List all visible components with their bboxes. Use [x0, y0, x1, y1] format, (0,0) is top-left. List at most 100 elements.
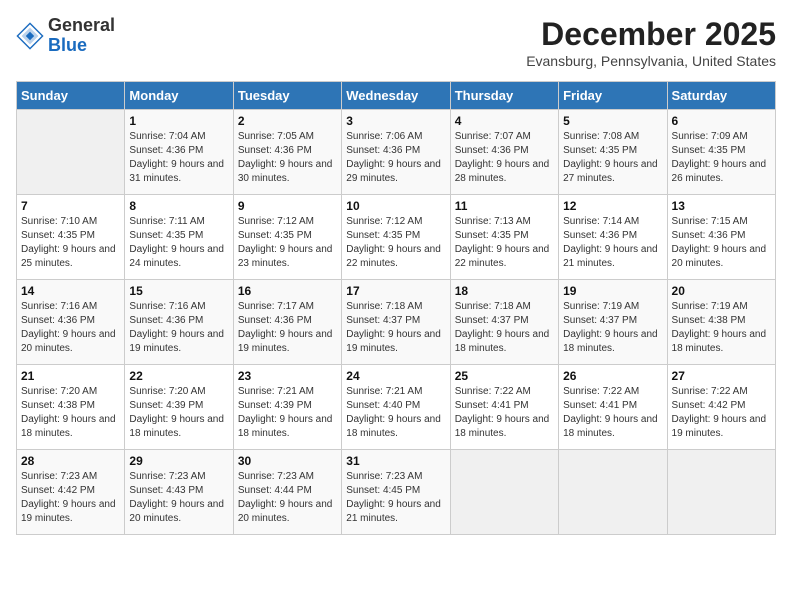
day-number: 3 [346, 114, 445, 128]
day-info: Sunrise: 7:14 AMSunset: 4:36 PMDaylight:… [563, 215, 662, 271]
calendar-cell: 21Sunrise: 7:20 AMSunset: 4:38 PMDayligh… [17, 365, 125, 450]
day-number: 15 [129, 284, 228, 298]
calendar-cell [667, 450, 775, 535]
title-block: December 2025 Evansburg, Pennsylvania, U… [526, 16, 776, 69]
calendar-cell: 25 Sunrise: 7:22 AMSunset: 4:41 PMDayligh… [450, 365, 558, 450]
calendar-week-5: 28 Sunrise: 7:23 AMSunset: 4:42 PMDayligh… [17, 450, 776, 535]
calendar-cell: 9 Sunrise: 7:12 AMSunset: 4:35 PMDaylight… [233, 195, 341, 280]
day-number: 17 [346, 284, 445, 298]
day-number: 28 [21, 454, 120, 468]
calendar-cell: 14 Sunrise: 7:16 AMSunset: 4:36 PMDayligh… [17, 280, 125, 365]
calendar-week-2: 7 Sunrise: 7:10 AMSunset: 4:35 PMDaylight… [17, 195, 776, 280]
calendar-cell: 29 Sunrise: 7:23 AMSunset: 4:43 PMDayligh… [125, 450, 233, 535]
calendar-cell: 30 Sunrise: 7:23 AMSunset: 4:44 PMDayligh… [233, 450, 341, 535]
day-info: Sunrise: 7:04 AMSunset: 4:36 PMDaylight:… [129, 130, 228, 186]
weekday-header-row: SundayMondayTuesdayWednesdayThursdayFrid… [17, 82, 776, 110]
day-number: 27 [672, 369, 771, 383]
weekday-header-tuesday: Tuesday [233, 82, 341, 110]
calendar-cell: 1 Sunrise: 7:04 AMSunset: 4:36 PMDaylight… [125, 110, 233, 195]
calendar-cell: 24 Sunrise: 7:21 AMSunset: 4:40 PMDayligh… [342, 365, 450, 450]
day-info: Sunrise: 7:12 AMSunset: 4:35 PMDaylight:… [346, 215, 445, 271]
day-number: 5 [563, 114, 662, 128]
calendar-cell: 12 Sunrise: 7:14 AMSunset: 4:36 PMDayligh… [559, 195, 667, 280]
calendar-cell: 28 Sunrise: 7:23 AMSunset: 4:42 PMDayligh… [17, 450, 125, 535]
day-number: 30 [238, 454, 337, 468]
calendar-cell: 11Sunrise: 7:13 AMSunset: 4:35 PMDayligh… [450, 195, 558, 280]
day-info: Sunrise: 7:08 AMSunset: 4:35 PMDaylight:… [563, 130, 662, 186]
day-info: Sunrise: 7:09 AMSunset: 4:35 PMDaylight:… [672, 130, 771, 186]
logo: General Blue [16, 16, 115, 56]
day-info: Sunrise: 7:15 AMSunset: 4:36 PMDaylight:… [672, 215, 771, 271]
day-number: 25 [455, 369, 554, 383]
day-info: Sunrise: 7:12 AMSunset: 4:35 PMDaylight:… [238, 215, 337, 271]
day-number: 2 [238, 114, 337, 128]
day-number: 29 [129, 454, 228, 468]
calendar-week-1: 1 Sunrise: 7:04 AMSunset: 4:36 PMDaylight… [17, 110, 776, 195]
weekday-header-wednesday: Wednesday [342, 82, 450, 110]
day-number: 24 [346, 369, 445, 383]
calendar-cell: 15 Sunrise: 7:16 AMSunset: 4:36 PMDayligh… [125, 280, 233, 365]
day-number: 19 [563, 284, 662, 298]
calendar-cell: 23 Sunrise: 7:21 AMSunset: 4:39 PMDayligh… [233, 365, 341, 450]
day-info: Sunrise: 7:05 AMSunset: 4:36 PMDaylight:… [238, 130, 337, 186]
calendar-cell: 5 Sunrise: 7:08 AMSunset: 4:35 PMDaylight… [559, 110, 667, 195]
day-info: Sunrise: 7:16 AMSunset: 4:36 PMDaylight:… [21, 300, 120, 356]
weekday-header-thursday: Thursday [450, 82, 558, 110]
calendar-week-4: 21Sunrise: 7:20 AMSunset: 4:38 PMDayligh… [17, 365, 776, 450]
day-info: Sunrise: 7:21 AMSunset: 4:39 PMDaylight:… [238, 385, 337, 441]
day-info: Sunrise: 7:07 AMSunset: 4:36 PMDaylight:… [455, 130, 554, 186]
calendar-cell: 27 Sunrise: 7:22 AMSunset: 4:42 PMDayligh… [667, 365, 775, 450]
day-info: Sunrise: 7:23 AMSunset: 4:44 PMDaylight:… [238, 470, 337, 526]
calendar-cell: 13 Sunrise: 7:15 AMSunset: 4:36 PMDayligh… [667, 195, 775, 280]
calendar-cell: 10 Sunrise: 7:12 AMSunset: 4:35 PMDayligh… [342, 195, 450, 280]
location: Evansburg, Pennsylvania, United States [526, 53, 776, 69]
day-number: 7 [21, 199, 120, 213]
day-info: Sunrise: 7:20 AMSunset: 4:39 PMDaylight:… [129, 385, 228, 441]
day-number: 14 [21, 284, 120, 298]
page-header: General Blue December 2025 Evansburg, Pe… [16, 16, 776, 69]
weekday-header-monday: Monday [125, 82, 233, 110]
logo-text: General Blue [48, 16, 115, 56]
day-info: Sunrise: 7:10 AMSunset: 4:35 PMDaylight:… [21, 215, 120, 271]
day-info: Sunrise: 7:23 AMSunset: 4:43 PMDaylight:… [129, 470, 228, 526]
day-info: Sunrise: 7:22 AMSunset: 4:41 PMDaylight:… [455, 385, 554, 441]
calendar-cell [559, 450, 667, 535]
logo-icon [16, 22, 44, 50]
day-info: Sunrise: 7:18 AMSunset: 4:37 PMDaylight:… [455, 300, 554, 356]
calendar-cell: 16Sunrise: 7:17 AMSunset: 4:36 PMDayligh… [233, 280, 341, 365]
calendar-cell: 22Sunrise: 7:20 AMSunset: 4:39 PMDayligh… [125, 365, 233, 450]
day-number: 23 [238, 369, 337, 383]
day-info: Sunrise: 7:18 AMSunset: 4:37 PMDaylight:… [346, 300, 445, 356]
weekday-header-saturday: Saturday [667, 82, 775, 110]
calendar-cell: 8Sunrise: 7:11 AMSunset: 4:35 PMDaylight… [125, 195, 233, 280]
calendar-cell [450, 450, 558, 535]
calendar-cell: 6Sunrise: 7:09 AMSunset: 4:35 PMDaylight… [667, 110, 775, 195]
day-info: Sunrise: 7:22 AMSunset: 4:42 PMDaylight:… [672, 385, 771, 441]
weekday-header-friday: Friday [559, 82, 667, 110]
day-info: Sunrise: 7:06 AMSunset: 4:36 PMDaylight:… [346, 130, 445, 186]
month-year: December 2025 [526, 16, 776, 53]
calendar-week-3: 14 Sunrise: 7:16 AMSunset: 4:36 PMDayligh… [17, 280, 776, 365]
calendar-cell: 18Sunrise: 7:18 AMSunset: 4:37 PMDayligh… [450, 280, 558, 365]
day-number: 21 [21, 369, 120, 383]
day-number: 1 [129, 114, 228, 128]
day-info: Sunrise: 7:19 AMSunset: 4:38 PMDaylight:… [672, 300, 771, 356]
calendar-cell: 3 Sunrise: 7:06 AMSunset: 4:36 PMDaylight… [342, 110, 450, 195]
day-number: 10 [346, 199, 445, 213]
day-number: 11 [455, 199, 554, 213]
calendar-cell: 19Sunrise: 7:19 AMSunset: 4:37 PMDayligh… [559, 280, 667, 365]
day-number: 12 [563, 199, 662, 213]
day-number: 20 [672, 284, 771, 298]
calendar-cell: 26Sunrise: 7:22 AMSunset: 4:41 PMDayligh… [559, 365, 667, 450]
day-number: 8 [129, 199, 228, 213]
day-info: Sunrise: 7:23 AMSunset: 4:42 PMDaylight:… [21, 470, 120, 526]
day-info: Sunrise: 7:16 AMSunset: 4:36 PMDaylight:… [129, 300, 228, 356]
day-number: 31 [346, 454, 445, 468]
day-number: 9 [238, 199, 337, 213]
day-info: Sunrise: 7:21 AMSunset: 4:40 PMDaylight:… [346, 385, 445, 441]
calendar-cell: 2 Sunrise: 7:05 AMSunset: 4:36 PMDaylight… [233, 110, 341, 195]
calendar-cell: 4Sunrise: 7:07 AMSunset: 4:36 PMDaylight… [450, 110, 558, 195]
day-info: Sunrise: 7:17 AMSunset: 4:36 PMDaylight:… [238, 300, 337, 356]
calendar-cell [17, 110, 125, 195]
day-number: 13 [672, 199, 771, 213]
